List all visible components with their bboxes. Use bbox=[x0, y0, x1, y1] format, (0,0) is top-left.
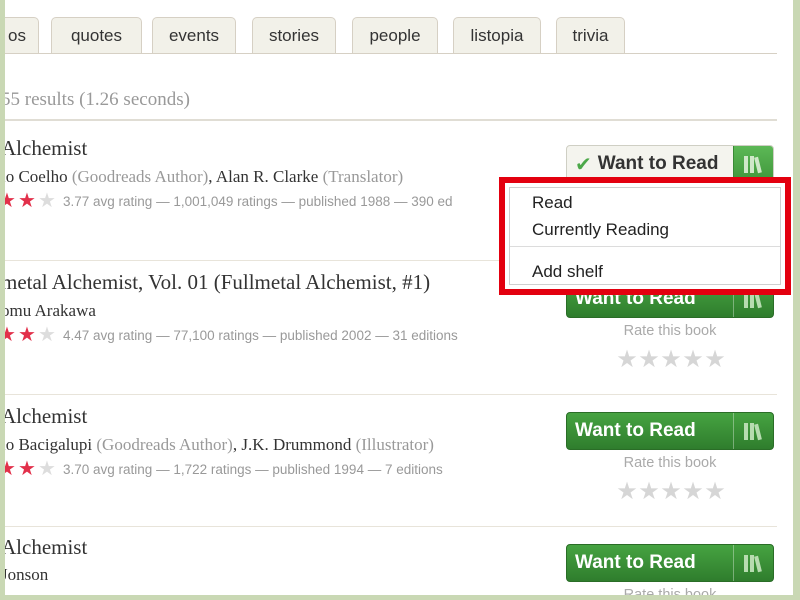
shelf-dropdown-highlight: Read Currently Reading Add shelf bbox=[499, 177, 791, 295]
book-authors: lo Bacigalupi (Goodreads Author), J.K. D… bbox=[5, 435, 434, 455]
tab-label: people bbox=[369, 26, 421, 45]
results-summary: 55 results (1.26 seconds) bbox=[5, 89, 190, 110]
author-role: (Illustrator) bbox=[351, 435, 434, 454]
summary-divider bbox=[5, 119, 777, 121]
star-icon: ★ bbox=[18, 190, 36, 212]
rating-details: 3.77 avg rating — 1,001,049 ratings — pu… bbox=[63, 193, 453, 209]
tab-events[interactable]: events bbox=[152, 17, 236, 54]
star-icon: ★ bbox=[38, 458, 56, 480]
book-authors: Jonson bbox=[5, 565, 48, 585]
rate-stars: ★ ★ ★ ★ ★ bbox=[616, 348, 726, 372]
book-title[interactable]: metal Alchemist, Vol. 01 (Fullmetal Alch… bbox=[5, 270, 430, 295]
want-to-read-button[interactable]: Want to Read bbox=[566, 412, 774, 450]
button-text: Want to Read bbox=[597, 153, 719, 174]
want-to-read-button[interactable]: Want to Read bbox=[566, 544, 774, 582]
rate-star-icon[interactable]: ★ bbox=[682, 348, 704, 372]
menu-item-read[interactable]: Read bbox=[532, 193, 573, 213]
want-to-read-label: Want to Read bbox=[575, 420, 696, 441]
tab-label: listopia bbox=[470, 26, 524, 45]
star-icon: ★ bbox=[18, 324, 36, 346]
tab-books[interactable]: os bbox=[5, 17, 39, 54]
book-title[interactable]: Alchemist bbox=[5, 136, 87, 161]
star-icon: ★ bbox=[5, 458, 16, 480]
rate-star-icon[interactable]: ★ bbox=[616, 348, 638, 372]
book-title[interactable]: Alchemist bbox=[5, 535, 87, 560]
avg-rating-stars: ★ ★ ★ bbox=[5, 191, 57, 211]
tab-label: os bbox=[8, 26, 26, 45]
rate-stars: ★ ★ ★ ★ ★ bbox=[616, 480, 726, 504]
books-icon bbox=[743, 423, 762, 441]
book-authors: omu Arakawa bbox=[5, 301, 96, 321]
author-role: (Goodreads Author) bbox=[92, 435, 233, 454]
avg-rating-stars: ★ ★ ★ bbox=[5, 459, 57, 479]
rate-star-icon[interactable]: ★ bbox=[682, 480, 704, 504]
books-icon bbox=[743, 555, 762, 573]
tab-stories[interactable]: stories bbox=[252, 17, 336, 54]
rate-star-icon[interactable]: ★ bbox=[616, 480, 638, 504]
star-icon: ★ bbox=[5, 190, 16, 212]
book-authors: lo Coelho (Goodreads Author), Alan R. Cl… bbox=[5, 167, 403, 187]
star-icon: ★ bbox=[38, 324, 56, 346]
book-meta: ★ ★ ★ 3.70 avg rating — 1,722 ratings — … bbox=[5, 459, 443, 479]
shelf-dropdown-toggle[interactable] bbox=[733, 413, 773, 449]
author-name[interactable]: lo Coelho bbox=[5, 167, 68, 186]
book-meta: ★ ★ ★ 3.77 avg rating — 1,001,049 rating… bbox=[5, 191, 453, 211]
rating-details: 4.47 avg rating — 77,100 ratings — publi… bbox=[63, 327, 458, 343]
avg-rating-stars: ★ ★ ★ bbox=[5, 325, 57, 345]
rate-star-icon[interactable]: ★ bbox=[704, 348, 726, 372]
tab-quotes[interactable]: quotes bbox=[51, 17, 142, 54]
row-divider bbox=[5, 394, 777, 395]
row-divider bbox=[5, 526, 777, 527]
menu-item-add-shelf[interactable]: Add shelf bbox=[532, 262, 603, 282]
menu-divider bbox=[510, 246, 780, 247]
want-to-read-label: Want to Read bbox=[575, 552, 696, 573]
tab-listopia[interactable]: listopia bbox=[453, 17, 541, 54]
rate-star-icon[interactable]: ★ bbox=[660, 480, 682, 504]
checkmark-icon: ✔ bbox=[575, 153, 592, 176]
search-results-page: os quotes events stories people listopia… bbox=[5, 0, 793, 595]
tab-people[interactable]: people bbox=[352, 17, 438, 54]
author-name[interactable]: Alan R. Clarke bbox=[216, 167, 318, 186]
tab-trivia[interactable]: trivia bbox=[556, 17, 625, 54]
tab-label: quotes bbox=[70, 26, 123, 45]
rate-star-icon[interactable]: ★ bbox=[638, 348, 660, 372]
book-title[interactable]: Alchemist bbox=[5, 404, 87, 429]
books-icon bbox=[743, 156, 762, 174]
tab-label: stories bbox=[268, 26, 320, 45]
author-name[interactable]: lo Bacigalupi bbox=[5, 435, 92, 454]
rate-star-icon[interactable]: ★ bbox=[704, 480, 726, 504]
author-role: (Goodreads Author) bbox=[67, 167, 209, 186]
author-name[interactable]: omu Arakawa bbox=[5, 301, 96, 320]
tabs-divider bbox=[5, 53, 777, 54]
author-name[interactable]: J.K. Drummond bbox=[241, 435, 351, 454]
menu-item-currently-reading[interactable]: Currently Reading bbox=[532, 220, 669, 240]
rate-star-icon[interactable]: ★ bbox=[660, 348, 682, 372]
tab-label: events bbox=[168, 26, 220, 45]
rate-star-icon[interactable]: ★ bbox=[638, 480, 660, 504]
book-meta: ★ ★ ★ 4.47 avg rating — 77,100 ratings —… bbox=[5, 325, 458, 345]
star-icon: ★ bbox=[5, 324, 16, 346]
star-icon: ★ bbox=[18, 458, 36, 480]
star-icon: ★ bbox=[38, 190, 56, 212]
author-separator: , bbox=[208, 167, 216, 186]
shelf-dropdown-toggle[interactable] bbox=[733, 545, 773, 581]
author-role: (Translator) bbox=[318, 167, 404, 186]
rate-this-book-label: Rate this book bbox=[623, 455, 717, 471]
shelf-dropdown-menu: Read Currently Reading Add shelf bbox=[509, 187, 781, 285]
search-type-tabs: os quotes events stories people listopia… bbox=[5, 17, 793, 54]
rating-details: 3.70 avg rating — 1,722 ratings — publis… bbox=[63, 461, 443, 477]
author-name[interactable]: Jonson bbox=[5, 565, 48, 584]
tab-label: trivia bbox=[572, 26, 609, 45]
rate-this-book-label: Rate this book bbox=[623, 323, 717, 339]
rate-this-book-label: Rate this book bbox=[623, 587, 717, 595]
